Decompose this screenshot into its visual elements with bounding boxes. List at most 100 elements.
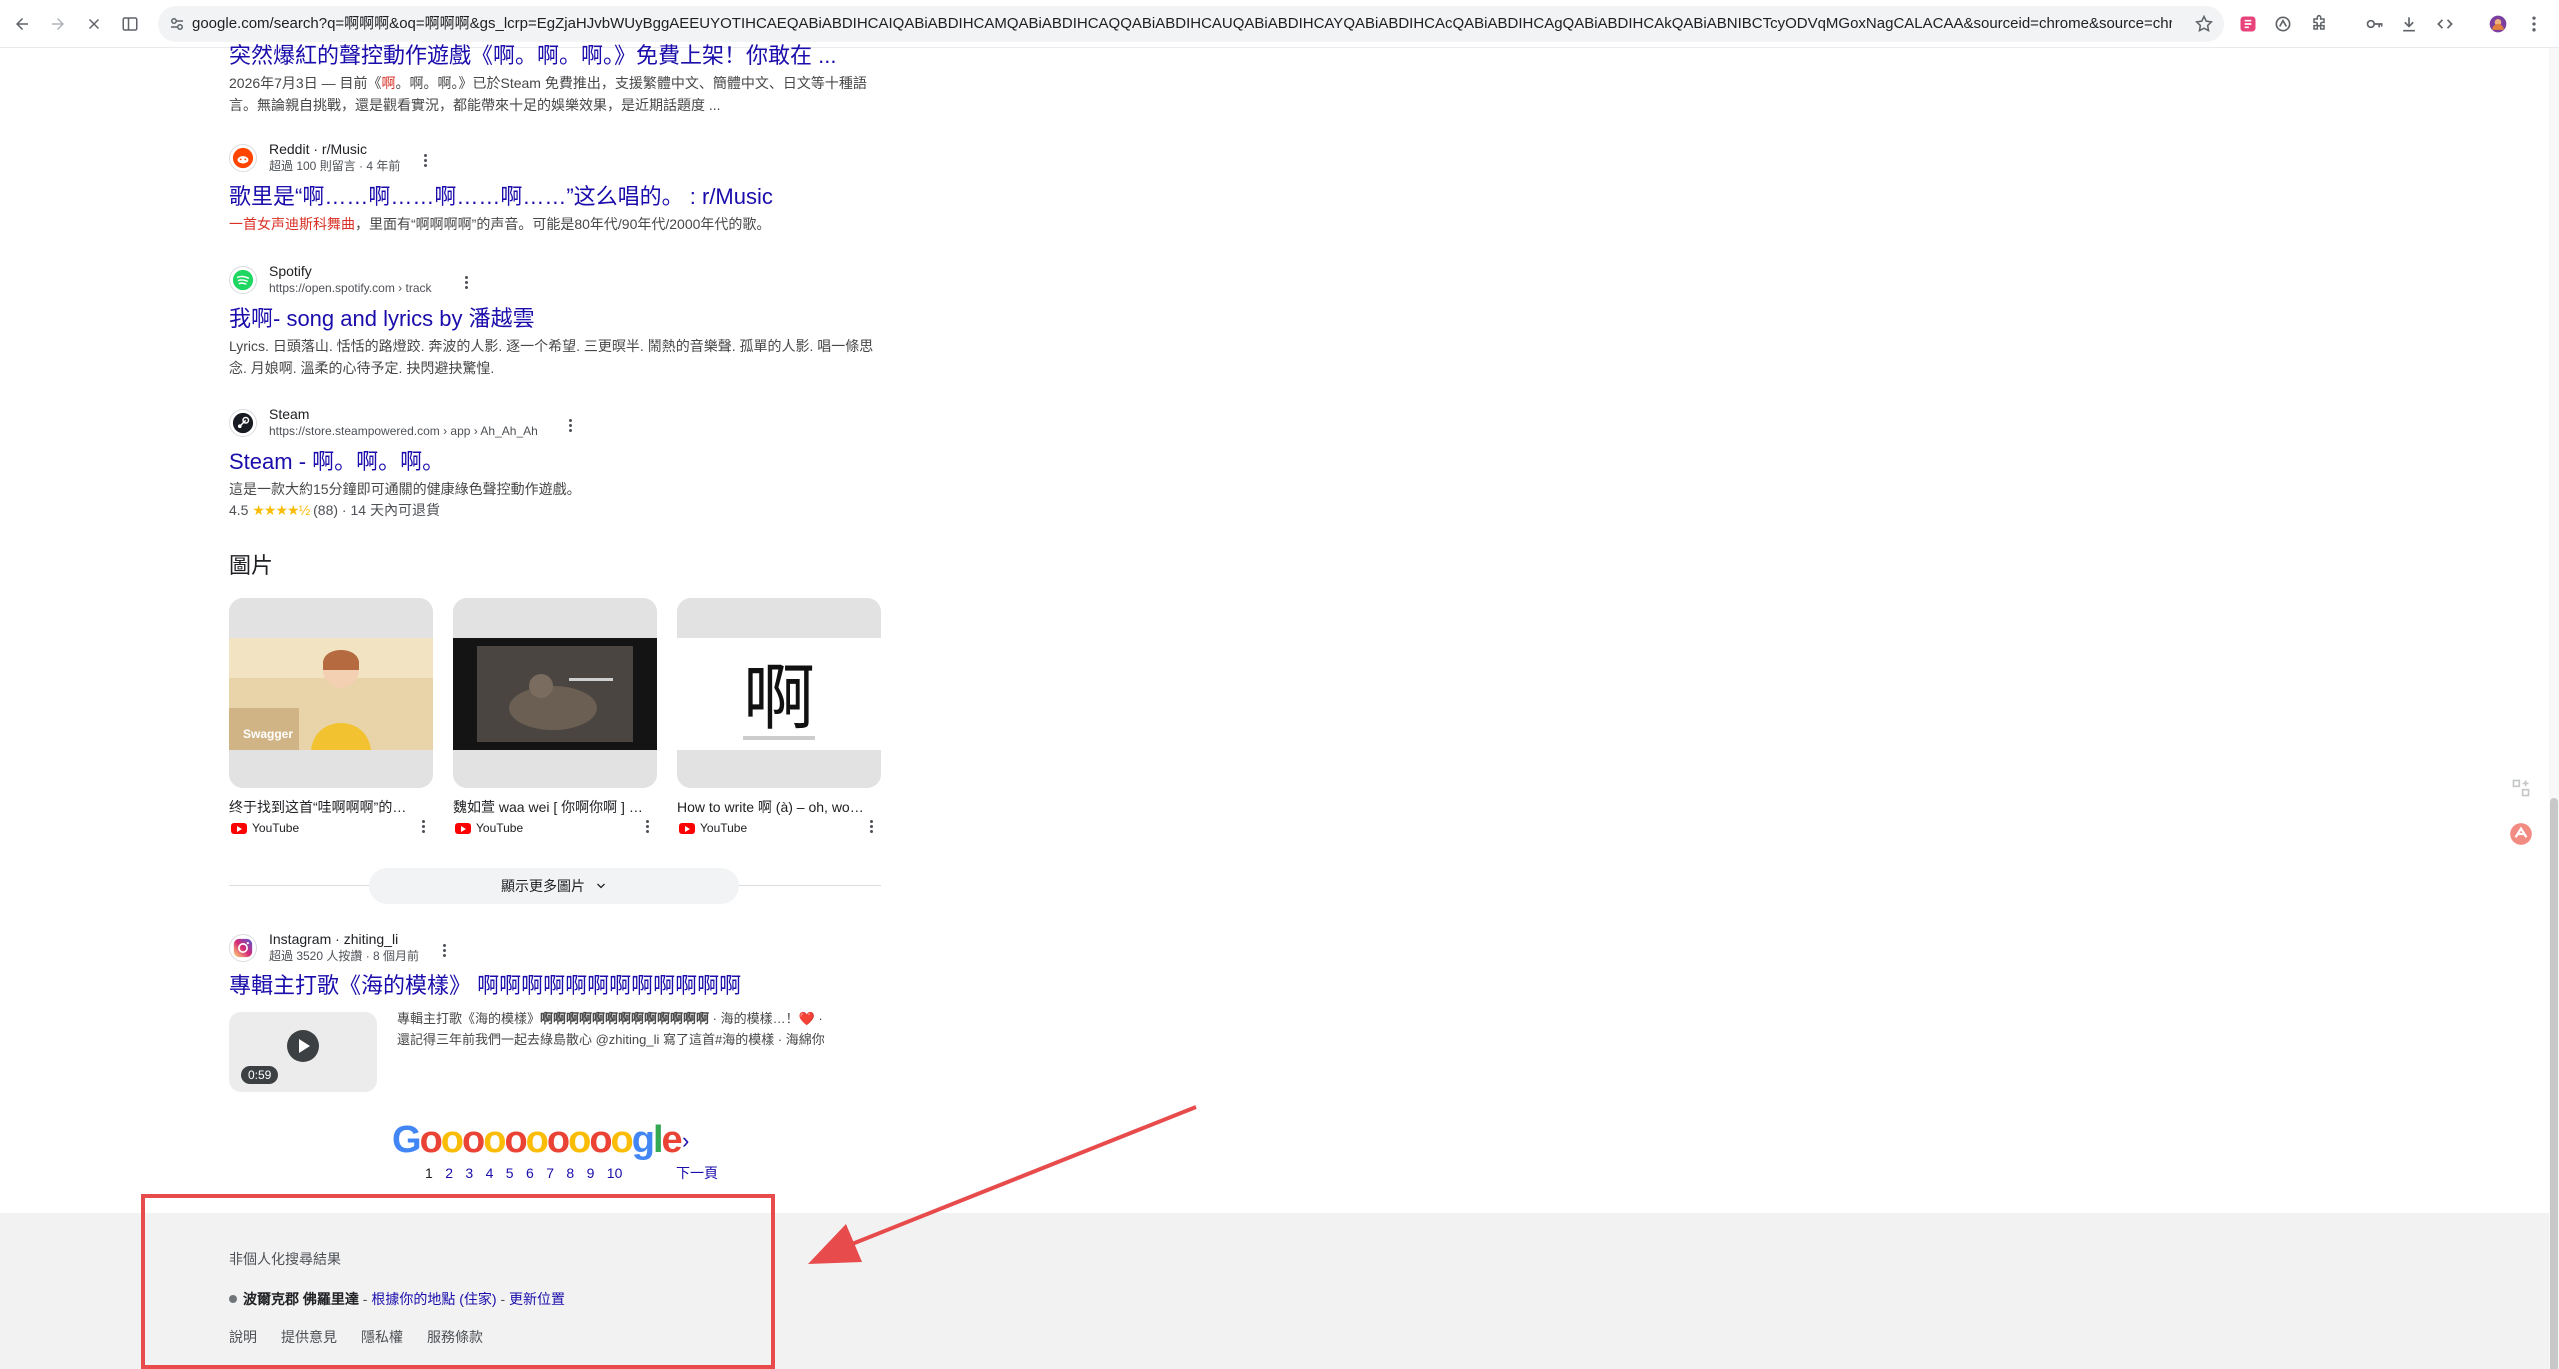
result-5-source[interactable]: Instagram · zhiting_li 超過 3520 人按讚 · 8 個… (229, 930, 649, 966)
result-4-source-name: Steam (269, 406, 310, 422)
page-link-2[interactable]: 2 (445, 1164, 453, 1182)
password-manager-button[interactable] (2364, 13, 2386, 35)
side-tool-top[interactable] (2505, 772, 2537, 804)
logo-g2: g (631, 1119, 655, 1161)
result-3-snippet: Lyrics. 日頭落山. 恬恬的路燈跤. 奔波的人影. 逐一个希望. 三更暝半… (229, 335, 881, 379)
next-page-arrow-icon[interactable]: › (682, 1128, 689, 1154)
image-card-3[interactable]: 啊 (677, 598, 881, 788)
back-button[interactable] (8, 10, 36, 38)
image-3-more-icon[interactable] (870, 820, 874, 834)
download-icon (2403, 17, 2415, 32)
image-card-2[interactable] (453, 598, 657, 788)
page-link-9[interactable]: 9 (587, 1164, 595, 1182)
result-5-snippet-line2: 還記得三年前我們一起去綠島散心 @zhiting_li 寫了這首#海的模樣 · … (397, 1032, 825, 1047)
result-1: 突然爆紅的聲控動作遊戲《啊。啊。啊。》免費上架！你敢在 ... 2026年7月3… (229, 42, 881, 116)
show-more-images-button[interactable]: 顯示更多圖片 (369, 868, 739, 904)
result-4-more-icon[interactable] (569, 419, 573, 433)
arrow-left-icon (16, 18, 28, 30)
side-tool-bottom[interactable] (2505, 818, 2537, 850)
result-2-more-icon[interactable] (424, 154, 428, 168)
result-5-title[interactable]: 專輯主打歌《海的模樣》 啊啊啊啊啊啊啊啊啊啊啊啊 (229, 972, 881, 1000)
result-3-source[interactable]: Spotify https://open.spotify.com › track (229, 262, 629, 298)
result-4-url: https://store.steampowered.com › app › A… (269, 424, 538, 438)
result-3-snippet-line1: Lyrics. 日頭落山. 恬恬的路燈跤. 奔波的人影. 逐一个希望. 三更暝半… (229, 338, 874, 354)
browser-menu-button[interactable] (2523, 13, 2545, 35)
rating-stars-icon: ★★★★½ (252, 502, 310, 518)
page-link-6[interactable]: 6 (526, 1164, 534, 1182)
result-2-source[interactable]: Reddit · r/Music 超過 100 則留言 · 4 年前 (229, 140, 629, 176)
image-2-source[interactable]: YouTube (455, 820, 523, 836)
logo-o-5: o (504, 1119, 527, 1161)
scrollbar-thumb[interactable] (2550, 798, 2558, 1369)
result-5-meta: 超過 3520 人按讚 · 8 個月前 (269, 949, 420, 963)
logo-o-9: o (589, 1119, 612, 1161)
result-4-title[interactable]: Steam - 啊。啊。啊。 (229, 448, 881, 476)
stop-loading-button[interactable] (80, 10, 108, 38)
result-5-snippet-post: · 海的模樣…！❤️ · (709, 1011, 823, 1026)
url-text[interactable]: google.com/search?q=啊啊啊&oq=啊啊啊&gs_lcrp=E… (192, 15, 2172, 33)
next-page-link[interactable]: 下一頁 (676, 1164, 718, 1182)
logo-o-4: o (483, 1119, 506, 1161)
grid-add-icon (2512, 779, 2530, 797)
side-panel-button[interactable] (116, 10, 144, 38)
result-1-snippet: 2026年7月3日 — 目前《啊。啊。啊。》已於Steam 免費推出，支援繁體中… (229, 72, 881, 116)
puzzle-icon (2313, 14, 2325, 30)
result-5-video-thumbnail[interactable]: 0:59 (229, 1012, 377, 1092)
image-card-1[interactable]: Swagger (229, 598, 433, 788)
image-1-caption[interactable]: 终于找到这首“哇啊啊啊”的原唱了！ (229, 798, 433, 816)
result-3-more-icon[interactable] (465, 276, 469, 290)
result-1-snippet-line2: 言。無論親自挑戰，還是觀看實況，都能帶來十足的娛樂效果，是近期話題度 ... (229, 97, 721, 113)
image-3-source[interactable]: YouTube (679, 820, 747, 836)
site-info-icon[interactable] (168, 15, 186, 33)
address-bar[interactable]: google.com/search?q=啊啊啊&oq=啊啊啊&gs_lcrp=E… (158, 6, 2224, 42)
image-2-caption[interactable]: 魏如萱 waa wei [ 你啊你啊 ] 官方MV (453, 798, 657, 816)
result-2-title[interactable]: 歌里是“啊……啊……啊……啊……”这么唱的。 : r/Music (229, 183, 881, 211)
result-5-more-icon[interactable] (443, 944, 447, 958)
image-1-more-icon[interactable] (422, 820, 426, 834)
result-2-meta: 超過 100 則留言 · 4 年前 (269, 159, 401, 173)
result-3-snippet-line2: 念. 月娘啊. 溫柔的心待予定. 抉閃避抉驚惶. (229, 360, 495, 376)
bookmark-star-icon[interactable] (2194, 14, 2214, 34)
browser-toolbar: google.com/search?q=啊啊啊&oq=啊啊啊&gs_lcrp=E… (0, 0, 2559, 48)
extension-gray-button[interactable] (2272, 13, 2294, 35)
pagination-logo: Goooooooooogle (392, 1118, 683, 1162)
instagram-logo-icon (229, 934, 257, 962)
image-3-caption[interactable]: How to write 啊 (à) – oh, wow ... (677, 798, 881, 816)
page-link-1: 1 (425, 1165, 433, 1181)
page-link-4[interactable]: 4 (486, 1164, 494, 1182)
youtube-icon (679, 822, 695, 834)
image-1-source[interactable]: YouTube (231, 820, 299, 836)
image-thumbnail-2 (453, 598, 657, 788)
page-link-8[interactable]: 8 (566, 1164, 574, 1182)
image-2-source-label: YouTube (476, 821, 524, 835)
result-4-source[interactable]: Steam https://store.steampowered.com › a… (229, 405, 649, 441)
reddit-logo-icon (229, 144, 257, 172)
code-icon (2437, 19, 2453, 29)
result-1-snippet-pre: 2026年7月3日 — 目前《 (229, 75, 382, 91)
image-2-more-icon[interactable] (646, 820, 650, 834)
logo-o-1: o (419, 1119, 443, 1161)
extension-pink-button[interactable] (2237, 13, 2259, 35)
result-1-title[interactable]: 突然爆紅的聲控動作遊戲《啊。啊。啊。》免費上架！你敢在 ... (229, 42, 881, 70)
image-1-overlay-text: Swagger (243, 727, 293, 741)
extension-pink-icon (2240, 16, 2256, 32)
extensions-button[interactable] (2308, 13, 2330, 35)
logo-o-7: o (546, 1119, 570, 1161)
avatar-icon (2489, 15, 2507, 33)
downloads-button[interactable] (2398, 13, 2420, 35)
result-5-snippet-pre: 專輯主打歌《海的模樣》 (397, 1011, 541, 1026)
result-2-snippet-post: ，里面有“啊啊啊啊”的声音。可能是80年代/90年代/2000年代的歌。 (355, 216, 771, 232)
devtools-button[interactable] (2434, 13, 2456, 35)
page-link-3[interactable]: 3 (465, 1164, 473, 1182)
page-link-5[interactable]: 5 (506, 1164, 514, 1182)
profile-avatar[interactable] (2487, 13, 2509, 35)
forward-button[interactable] (44, 10, 72, 38)
result-3-title[interactable]: 我啊- song and lyrics by 潘越雲 (229, 305, 881, 333)
show-more-images-label: 顯示更多圖片 (501, 878, 586, 894)
page-link-10[interactable]: 10 (607, 1164, 623, 1182)
result-1-snippet-post: 。啊。啊。》已於Steam 免費推出，支援繁體中文、簡體中文、日文等十種語 (395, 75, 867, 91)
page-scrollbar[interactable] (2549, 48, 2559, 1369)
result-3: 我啊- song and lyrics by 潘越雲 Lyrics. 日頭落山.… (229, 305, 881, 379)
logo-o-8: o (568, 1119, 591, 1161)
page-link-7[interactable]: 7 (546, 1164, 554, 1182)
